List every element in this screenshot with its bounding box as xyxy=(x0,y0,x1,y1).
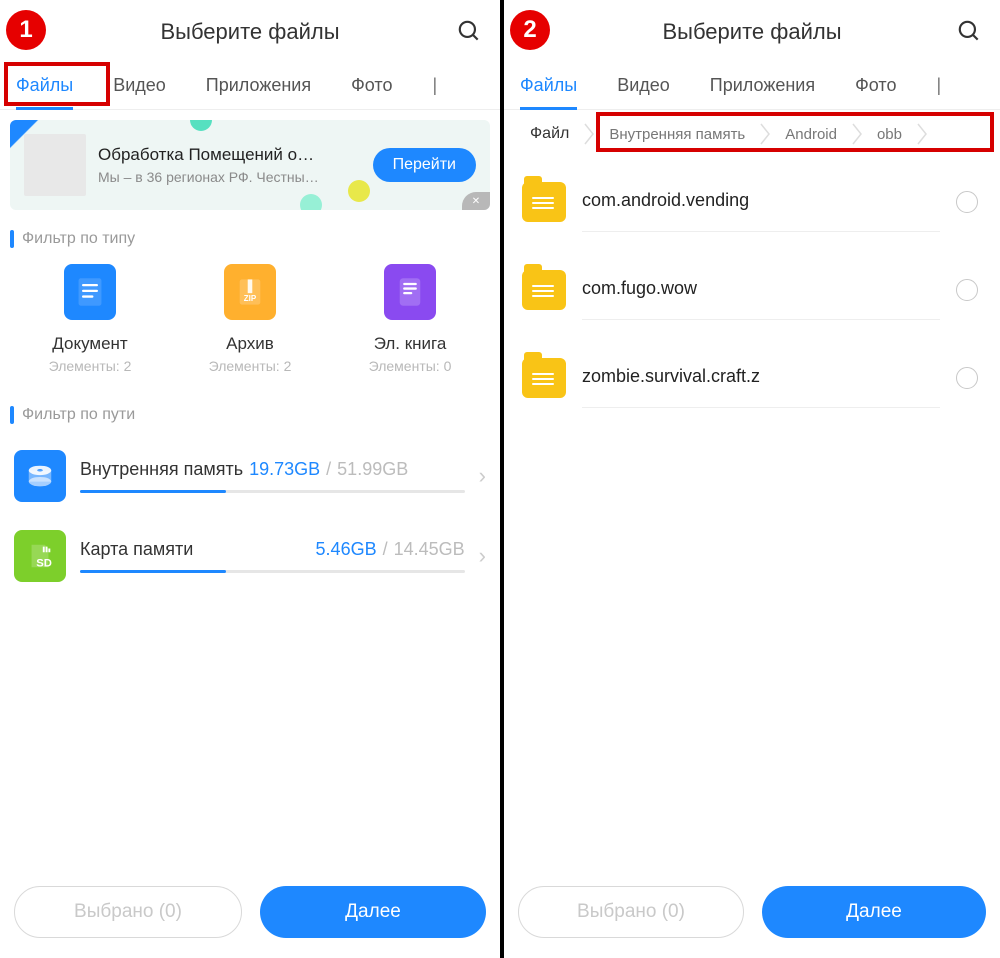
tab-more[interactable]: | xyxy=(936,64,941,109)
panel-step-1: 1 Выберите файлы Файлы Видео Приложения … xyxy=(0,0,500,958)
search-button[interactable] xyxy=(956,18,982,49)
footer: Выбрано (0) Далее xyxy=(0,870,500,958)
tab-apps[interactable]: Приложения xyxy=(206,64,311,109)
ad-corner-icon xyxy=(10,120,42,152)
folder-icon xyxy=(522,358,566,398)
breadcrumb-item[interactable]: obb xyxy=(863,120,916,149)
chevron-right-icon xyxy=(583,120,595,148)
folder-row[interactable]: com.fugo.wow xyxy=(518,246,986,334)
sd-card-icon: SD xyxy=(14,530,66,582)
storage-used: 19.73GB xyxy=(249,459,320,480)
ad-subtitle: Мы – в 36 регионах РФ. Честны… xyxy=(98,169,361,185)
storage-progress xyxy=(80,570,465,573)
tab-photo[interactable]: Фото xyxy=(351,64,392,109)
breadcrumb-item[interactable]: Android xyxy=(771,120,851,149)
storage-total: 51.99GB xyxy=(337,459,408,480)
type-filter-row: Документ Элементы: 2 ZIP Архив Элементы:… xyxy=(0,260,500,390)
page-title: Выберите файлы xyxy=(662,19,841,45)
step-badge-2: 2 xyxy=(510,10,550,50)
tab-apps[interactable]: Приложения xyxy=(710,64,815,109)
tab-photo[interactable]: Фото xyxy=(855,64,896,109)
svg-text:ZIP: ZIP xyxy=(244,294,257,303)
storage-internal[interactable]: Внутренняя память 19.73GB/51.99GB › xyxy=(14,440,486,520)
storage-name: Карта памяти xyxy=(80,539,193,560)
footer: Выбрано (0) Далее xyxy=(504,870,1000,958)
next-button[interactable]: Далее xyxy=(762,886,986,938)
folder-list: com.android.vending com.fugo.wow zombie.… xyxy=(504,158,1000,422)
panel-step-2: 2 Выберите файлы Файлы Видео Приложения … xyxy=(500,0,1000,958)
tab-more[interactable]: | xyxy=(432,64,437,109)
storage-total: 14.45GB xyxy=(394,539,465,560)
chevron-right-icon xyxy=(759,120,771,148)
search-button[interactable] xyxy=(456,18,482,49)
type-item-ebook[interactable]: Эл. книга Элементы: 0 xyxy=(340,264,480,374)
archive-icon: ZIP xyxy=(224,264,276,320)
ad-close-button[interactable]: ✕ xyxy=(462,192,490,210)
folder-name: com.android.vending xyxy=(582,190,940,232)
chevron-right-icon: › xyxy=(479,543,486,569)
step-badge-1: 1 xyxy=(6,10,46,50)
section-label: Фильтр по типу xyxy=(22,230,135,248)
folder-icon xyxy=(522,182,566,222)
folder-name: zombie.survival.craft.z xyxy=(582,366,940,408)
folder-select-radio[interactable] xyxy=(956,367,978,389)
ad-cta-button[interactable]: Перейти xyxy=(373,148,476,182)
tab-files[interactable]: Файлы xyxy=(520,64,577,109)
folder-select-radio[interactable] xyxy=(956,191,978,213)
tabs: Файлы Видео Приложения Фото | xyxy=(0,64,500,110)
chevron-right-icon xyxy=(916,120,928,148)
header: Выберите файлы xyxy=(504,0,1000,64)
ebook-icon xyxy=(384,264,436,320)
tab-files[interactable]: Файлы xyxy=(16,64,73,109)
tab-video[interactable]: Видео xyxy=(617,64,670,109)
breadcrumb: Файл Внутренняя память Android obb xyxy=(504,110,1000,158)
ad-title: Обработка Помещений о… xyxy=(98,145,361,165)
storage-name: Внутренняя память xyxy=(80,459,243,480)
section-label: Фильтр по пути xyxy=(22,406,135,424)
folder-select-radio[interactable] xyxy=(956,279,978,301)
folder-icon xyxy=(522,270,566,310)
search-icon xyxy=(956,18,982,44)
type-count: Элементы: 0 xyxy=(369,358,452,374)
storage-used: 5.46GB xyxy=(316,539,377,560)
storage-sdcard[interactable]: SD Карта памяти 5.46GB/14.45GB › xyxy=(14,520,486,600)
page-title: Выберите файлы xyxy=(160,19,339,45)
folder-row[interactable]: zombie.survival.craft.z xyxy=(518,334,986,422)
section-filter-type: Фильтр по типу xyxy=(0,214,500,260)
next-button[interactable]: Далее xyxy=(260,886,486,938)
search-icon xyxy=(456,18,482,44)
selected-count-button[interactable]: Выбрано (0) xyxy=(14,886,242,938)
folder-row[interactable]: com.android.vending xyxy=(518,158,986,246)
type-count: Элементы: 2 xyxy=(49,358,132,374)
storage-progress xyxy=(80,490,465,493)
type-item-document[interactable]: Документ Элементы: 2 xyxy=(20,264,160,374)
storage-list: Внутренняя память 19.73GB/51.99GB › SD К… xyxy=(0,436,500,604)
chevron-right-icon: › xyxy=(479,463,486,489)
document-icon xyxy=(64,264,116,320)
selected-count-button[interactable]: Выбрано (0) xyxy=(518,886,744,938)
section-filter-path: Фильтр по пути xyxy=(0,390,500,436)
svg-text:SD: SD xyxy=(36,557,52,569)
chevron-right-icon xyxy=(851,120,863,148)
breadcrumb-item[interactable]: Внутренняя память xyxy=(595,120,759,149)
type-name: Документ xyxy=(52,334,127,354)
type-item-archive[interactable]: ZIP Архив Элементы: 2 xyxy=(180,264,320,374)
type-name: Архив xyxy=(226,334,274,354)
breadcrumb-item[interactable]: Файл xyxy=(508,119,583,149)
header: Выберите файлы xyxy=(0,0,500,64)
folder-name: com.fugo.wow xyxy=(582,278,940,320)
ad-card[interactable]: Обработка Помещений о… Мы – в 36 региона… xyxy=(10,120,490,210)
tabs: Файлы Видео Приложения Фото | xyxy=(504,64,1000,110)
tab-video[interactable]: Видео xyxy=(113,64,166,109)
type-count: Элементы: 2 xyxy=(209,358,292,374)
type-name: Эл. книга xyxy=(374,334,447,354)
disk-icon xyxy=(14,450,66,502)
